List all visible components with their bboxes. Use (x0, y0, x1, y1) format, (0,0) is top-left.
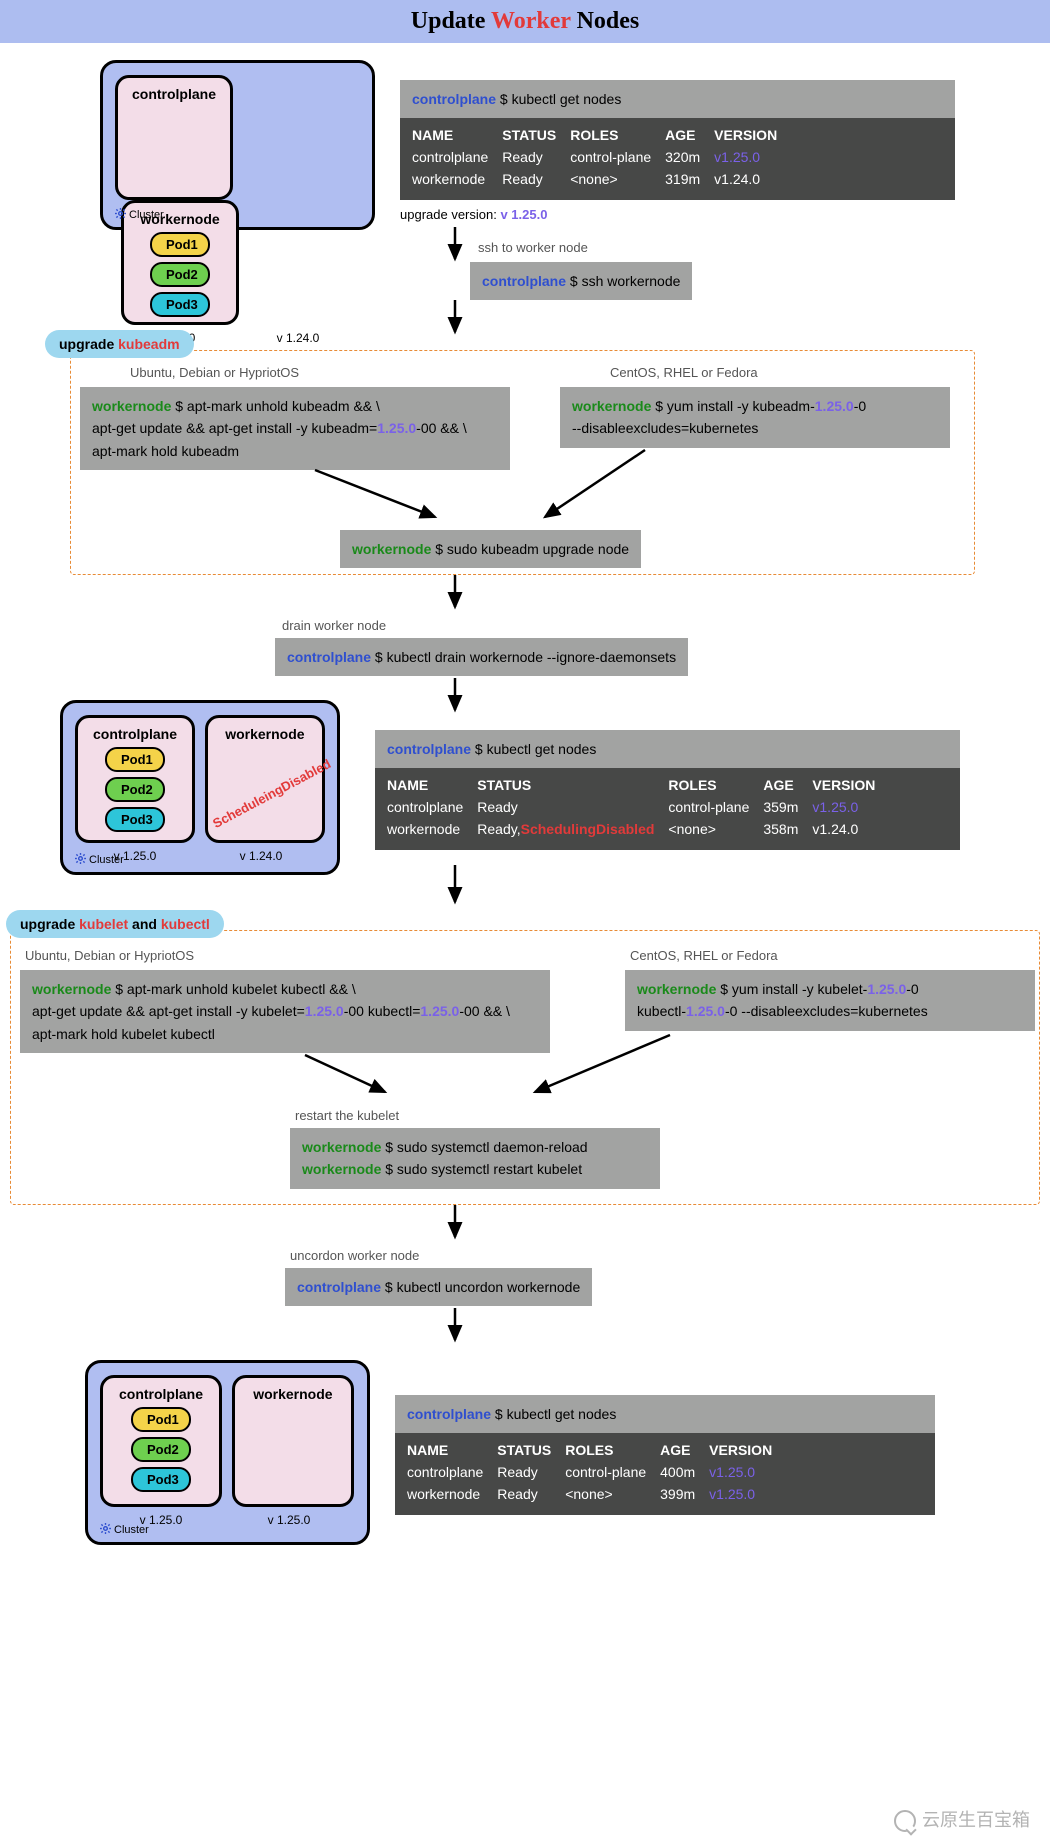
ssh-cmd: controlplane $ ssh workernode (470, 262, 692, 300)
upgrade-version-line: upgrade version: v 1.25.0 (400, 207, 547, 222)
kubeadm-upgrade-node-cmd: workernode $ sudo kubeadm upgrade node (340, 530, 641, 568)
kubelet-yum-cmd: workernode $ yum install -y kubelet-1.25… (625, 970, 1035, 1031)
drain-cmd: controlplane $ kubectl drain workernode … (275, 638, 688, 676)
kubeadm-yum-cmd: workernode $ yum install -y kubeadm-1.25… (560, 387, 950, 448)
cluster-3: controlplane Pod1 Pod2 Pod3 workernode v… (85, 1360, 370, 1545)
get-nodes-cmd-1: controlplane $ kubectl get nodes (400, 80, 955, 118)
nodes-table-3: NAMESTATUSROLESAGEVERSION controlplaneRe… (395, 1433, 935, 1515)
drain-caption: drain worker node (282, 618, 386, 633)
pod3: Pod3 (150, 292, 210, 317)
cluster-2: controlplane Pod1 Pod2 Pod3 workernode S… (60, 700, 340, 875)
wn-version-3: v 1.25.0 (228, 1513, 350, 1527)
chat-bubble-icon (894, 1810, 916, 1832)
pod2: Pod2 (131, 1437, 191, 1462)
nodes-table-1: NAMESTATUSROLESAGEVERSION controlplaneRe… (400, 118, 955, 200)
host: controlplane (412, 91, 496, 107)
workernode-node-2: workernode ScheduleingDisabled (205, 715, 325, 843)
title-t2: Worker (491, 8, 571, 34)
gear-icon (100, 1523, 111, 1534)
pod1: Pod1 (105, 747, 165, 772)
ubuntu-heading-2: Ubuntu, Debian or HypriotOS (25, 948, 194, 963)
controlplane-node-1: controlplane (115, 75, 233, 200)
pod2: Pod2 (150, 262, 210, 287)
pod2: Pod2 (105, 777, 165, 802)
cluster-label-1: Cluster (115, 208, 164, 221)
kubeadm-apt-cmd: workernode $ apt-mark unhold kubeadm && … (80, 387, 510, 470)
get-nodes-cmd-2: controlplane $ kubectl get nodes (375, 730, 960, 768)
controlplane-node-3: controlplane Pod1 Pod2 Pod3 (100, 1375, 222, 1507)
centos-heading-2: CentOS, RHEL or Fedora (630, 948, 778, 963)
wn-version-1: v 1.24.0 (239, 331, 357, 345)
restart-cmd: workernode $ sudo systemctl daemon-reloa… (290, 1128, 660, 1189)
get-nodes-cmd-3: controlplane $ kubectl get nodes (395, 1395, 935, 1433)
centos-heading-1: CentOS, RHEL or Fedora (610, 365, 758, 380)
node-label: controlplane (132, 86, 216, 102)
restart-caption: restart the kubelet (295, 1108, 399, 1123)
pod3: Pod3 (105, 807, 165, 832)
pod1: Pod1 (150, 232, 210, 257)
cluster-label-3: Cluster (100, 1523, 149, 1536)
nodes-table-2: NAMESTATUSROLESAGEVERSION controlplaneRe… (375, 768, 960, 850)
title-t1: Update (411, 8, 491, 34)
kubelet-tag: upgrade kubelet and kubectl (6, 910, 224, 938)
gear-icon (75, 853, 86, 864)
kubeadm-tag: upgrade kubeadm (45, 330, 194, 358)
pod3: Pod3 (131, 1467, 191, 1492)
title-t3: Nodes (571, 8, 640, 34)
workernode-node-3: workernode (232, 1375, 354, 1507)
title-bar: Update Worker Nodes (0, 0, 1050, 43)
wn-version-2: v 1.24.0 (201, 849, 321, 863)
scheduling-disabled-label: ScheduleingDisabled (210, 756, 333, 831)
ubuntu-heading-1: Ubuntu, Debian or HypriotOS (130, 365, 299, 380)
uncordon-cmd: controlplane $ kubectl uncordon workerno… (285, 1268, 592, 1306)
pod1: Pod1 (131, 1407, 191, 1432)
gear-icon (115, 208, 126, 219)
cluster-1: controlplane workernode Pod1 Pod2 Pod3 v… (100, 60, 375, 230)
kubelet-apt-cmd: workernode $ apt-mark unhold kubelet kub… (20, 970, 550, 1053)
watermark: 云原生百宝箱 (894, 1806, 1030, 1832)
controlplane-node-2: controlplane Pod1 Pod2 Pod3 (75, 715, 195, 843)
uncordon-caption: uncordon worker node (290, 1248, 419, 1263)
cluster-label-2: Cluster (75, 853, 124, 866)
ssh-caption: ssh to worker node (478, 240, 588, 255)
